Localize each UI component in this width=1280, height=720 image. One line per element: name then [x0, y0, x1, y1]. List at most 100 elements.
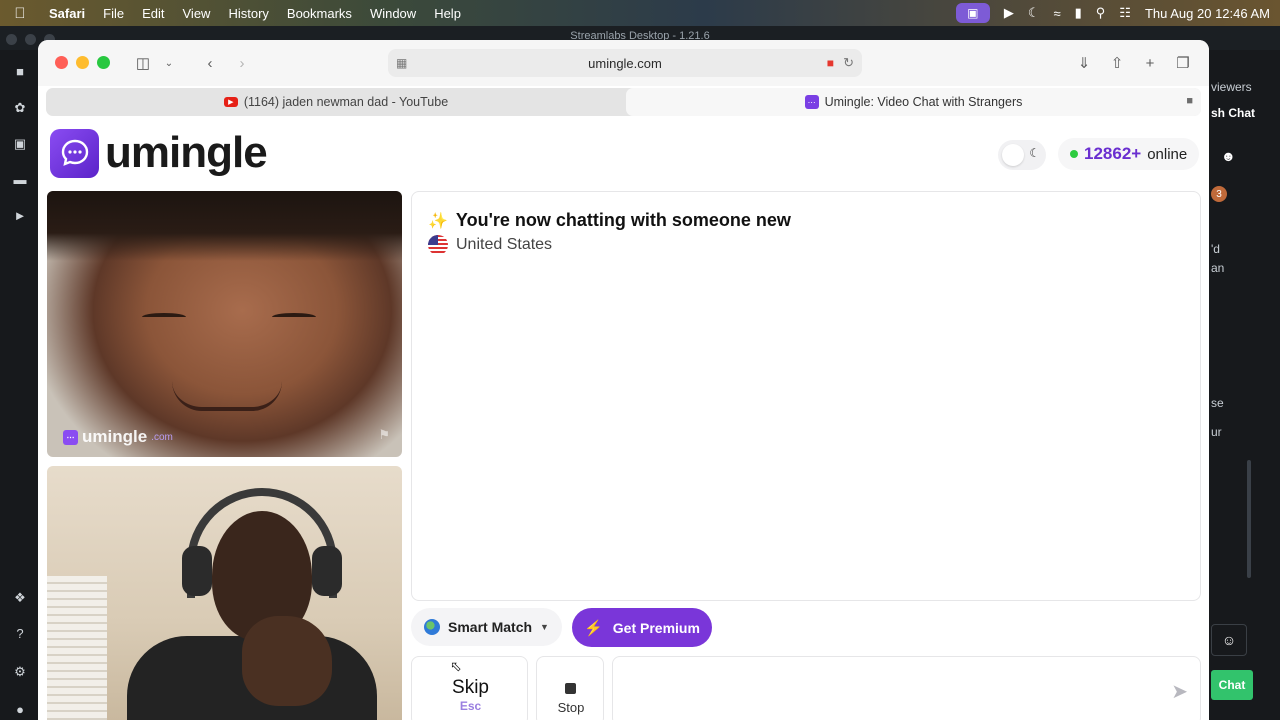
stranger-video: ⋯ umingle .com ⚑: [47, 191, 402, 457]
message-input[interactable]: [627, 679, 1147, 705]
tab-overview-icon[interactable]: ❐: [1174, 52, 1192, 74]
moon-icon: ☾: [1029, 146, 1040, 160]
chat-send-button[interactable]: Chat: [1211, 670, 1253, 700]
video-watermark: ⋯ umingle .com: [63, 427, 173, 447]
sidebar-toggle-icon[interactable]: ◫: [134, 52, 152, 74]
online-status-dot: [1070, 150, 1078, 158]
menu-file[interactable]: File: [94, 6, 133, 21]
stranger-country: United States: [428, 235, 552, 255]
get-premium-button[interactable]: ⚡ Get Premium: [572, 608, 712, 647]
screen-mirroring-icon[interactable]: ▣: [955, 3, 990, 23]
menu-app[interactable]: Safari: [40, 6, 94, 21]
settings-gear-icon[interactable]: ⚙: [12, 664, 28, 680]
search-icon[interactable]: ⚲: [1096, 5, 1106, 21]
umingle-page: umingle ☾ 12862+ online ⋯ umingle .com ⚑: [38, 120, 1209, 720]
emoji-icon[interactable]: ☺: [1211, 624, 1247, 656]
logo-text: umingle: [105, 128, 268, 177]
help-icon[interactable]: ?: [12, 626, 28, 642]
mouse-cursor-icon: ⬁: [450, 658, 462, 674]
background-sidebar: ■ ✿ ▣ ▬ ► ❖ ? ⚙ ●: [0, 50, 38, 720]
online-count: 12862+: [1084, 144, 1142, 163]
browser-toolbar: ◫ ⌄ ‹ › ▦ umingle.com ■ ↻ ⇓ ⇧ + ❐: [38, 40, 1209, 86]
menu-history[interactable]: History: [219, 6, 277, 21]
forward-button[interactable]: ›: [234, 52, 250, 74]
moon-icon[interactable]: ☾: [1028, 5, 1040, 21]
safari-window: ◫ ⌄ ‹ › ▦ umingle.com ■ ↻ ⇓ ⇧ + ❐ ▶ (116…: [38, 40, 1209, 720]
store-icon[interactable]: ▣: [12, 136, 28, 152]
tab-umingle-title: Umingle: Video Chat with Strangers: [824, 95, 1023, 109]
chevron-down-icon[interactable]: ⌄: [162, 52, 176, 74]
studio-icon[interactable]: ■: [12, 64, 28, 80]
tab-umingle[interactable]: ⋯ Umingle: Video Chat with Strangers ■: [626, 88, 1201, 116]
address-bar[interactable]: ▦ umingle.com ■ ↻: [388, 49, 862, 77]
wifi-icon[interactable]: ≈: [1053, 6, 1060, 21]
youtube-favicon-icon: ▶: [223, 97, 238, 107]
media-play-icon[interactable]: ►: [12, 208, 28, 224]
caret-down-icon: ▼: [540, 622, 549, 632]
online-counter: 12862+ online: [1058, 138, 1200, 170]
toggle-knob: [1002, 144, 1024, 166]
reload-icon[interactable]: ↻: [843, 55, 854, 71]
apple-icon[interactable]: : [0, 5, 40, 22]
url-text[interactable]: umingle.com: [588, 56, 662, 71]
send-icon[interactable]: ➤: [1171, 679, 1188, 704]
skip-shortcut: Esc: [459, 699, 482, 713]
menu-help[interactable]: Help: [425, 6, 470, 21]
window-controls: [55, 56, 110, 69]
stop-icon: [565, 683, 576, 694]
online-label: online: [1147, 145, 1188, 163]
chat-status-heading: ✨ You're now chatting with someone new: [428, 210, 791, 231]
menubar-clock[interactable]: Thu Aug 20 12:46 AM: [1145, 6, 1270, 21]
us-flag-icon: [428, 235, 448, 255]
chat-scrollbar[interactable]: [1247, 460, 1251, 578]
stop-label: Stop: [557, 700, 585, 715]
people-icon[interactable]: ☻: [1221, 148, 1236, 164]
watermark-logo-icon: ⋯: [63, 429, 78, 445]
camera-in-use-icon[interactable]: ■: [827, 56, 834, 70]
smart-match-dropdown[interactable]: Smart Match ▼: [411, 608, 562, 646]
page-settings-icon[interactable]: ▦: [396, 56, 407, 70]
notification-badge: 3: [1211, 186, 1227, 202]
camera-tab-icon[interactable]: ■: [1186, 95, 1193, 107]
dark-mode-toggle[interactable]: ☾: [998, 140, 1046, 170]
close-window-button[interactable]: [55, 56, 68, 69]
share-icon[interactable]: ⇧: [1108, 52, 1126, 74]
minimize-window-button[interactable]: [76, 56, 89, 69]
chat-bubble-logo-icon: [50, 128, 99, 178]
back-button[interactable]: ‹: [202, 52, 218, 74]
menu-window[interactable]: Window: [361, 6, 425, 21]
watermark-suffix: .com: [151, 431, 173, 443]
control-center-icon[interactable]: ☷: [1119, 5, 1131, 21]
menu-bookmarks[interactable]: Bookmarks: [278, 6, 361, 21]
themes-icon[interactable]: ✿: [12, 100, 28, 116]
chat-text-fragment-2: an: [1211, 261, 1225, 275]
skip-label: Skip: [452, 677, 489, 698]
report-flag-icon[interactable]: ⚑: [378, 427, 390, 443]
battery-icon[interactable]: ▮: [1075, 5, 1082, 21]
tab-bar: ▶ (1164) jaden newman dad - YouTube ⋯ Um…: [46, 88, 1201, 116]
editor-icon[interactable]: ▬: [12, 172, 28, 188]
stop-button[interactable]: Stop: [536, 656, 604, 720]
background-chat-panel: viewers sh Chat ☻ 3 'd an se ur ☺ Chat: [1209, 50, 1280, 720]
tab-youtube-title: (1164) jaden newman dad - YouTube: [243, 95, 449, 109]
tab-youtube[interactable]: ▶ (1164) jaden newman dad - YouTube: [46, 88, 626, 116]
refresh-chat-label[interactable]: sh Chat: [1211, 106, 1255, 120]
new-tab-icon[interactable]: +: [1141, 52, 1159, 74]
integrations-icon[interactable]: ❖: [12, 590, 28, 606]
profile-icon[interactable]: ●: [12, 702, 28, 718]
country-name: United States: [456, 236, 553, 253]
message-box[interactable]: ➤: [612, 656, 1201, 720]
play-icon[interactable]: ▶: [1004, 5, 1014, 21]
chat-text-fragment-1: 'd: [1211, 242, 1220, 256]
site-logo[interactable]: umingle: [50, 128, 268, 178]
sparkles-icon: ✨: [428, 212, 448, 230]
menu-edit[interactable]: Edit: [133, 6, 173, 21]
fullscreen-window-button[interactable]: [97, 56, 110, 69]
premium-label: Get Premium: [612, 619, 700, 636]
skip-button[interactable]: Skip Esc: [411, 656, 528, 720]
chat-text-fragment-3: se: [1211, 396, 1224, 410]
umingle-favicon-icon: ⋯: [804, 95, 819, 109]
downloads-icon[interactable]: ⇓: [1074, 52, 1094, 74]
self-video: [47, 466, 402, 720]
menu-view[interactable]: View: [174, 6, 220, 21]
